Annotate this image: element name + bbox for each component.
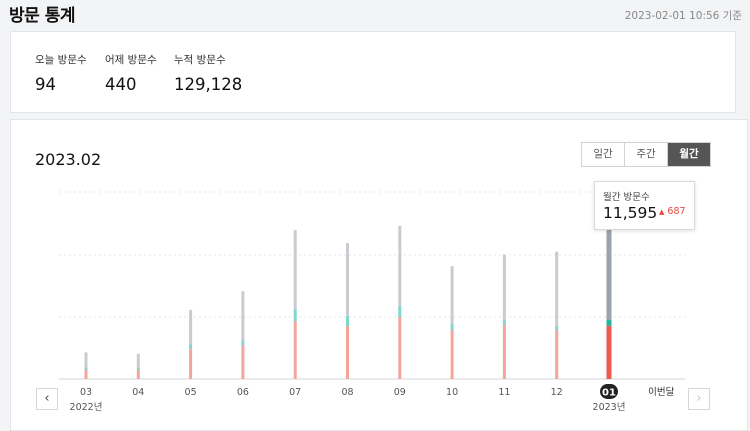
stat-label: 누적 방문수	[174, 54, 226, 66]
bar-segment-upper	[293, 230, 297, 310]
bar-segment-upper	[606, 220, 612, 321]
tick-label: 09	[394, 387, 406, 398]
visits-bar-chart: 03 04 05 06 07 08 09 10 11 12 01 이번달 2022년 2023년	[59, 191, 685, 413]
year-label: 2022년	[70, 402, 103, 413]
tooltip-label: 월간 방문수	[603, 192, 650, 203]
chevron-right-icon: ›	[696, 391, 702, 406]
prev-button[interactable]: ‹	[36, 388, 58, 410]
triangle-up-icon: ▲	[659, 208, 665, 216]
stat-today: 오늘 방문수 94	[35, 52, 87, 94]
bar-segment-lower	[555, 330, 559, 379]
tooltip-delta: ▲ 687	[659, 206, 686, 217]
timestamp: 2023-02-01 10:56 기준	[624, 10, 742, 22]
tick-label: 10	[446, 387, 458, 398]
tick-label: 08	[341, 387, 353, 398]
bar-segment-upper	[241, 291, 245, 341]
tick-label: 04	[132, 387, 144, 398]
bar-segment-lower	[293, 321, 297, 379]
chevron-left-icon: ‹	[44, 391, 50, 406]
bar-segment-upper	[555, 251, 559, 326]
bar-segment-middle	[293, 309, 297, 322]
bar-segment-lower	[346, 326, 349, 379]
bar-segment-lower	[241, 345, 245, 379]
chart-card: 2023.02 일간 주간 월간 03 04 05 06 07 08 09 10 11 12 01 이…	[10, 119, 748, 431]
bar-segment-upper	[398, 225, 402, 306]
bar-segment-middle	[346, 316, 349, 327]
bar-segment-lower	[398, 317, 402, 379]
tick-label: 11	[498, 387, 510, 398]
bar-segment-lower	[136, 369, 140, 379]
year-label: 2023년	[593, 402, 626, 413]
bar-segment-upper	[84, 352, 88, 368]
summary-card: 오늘 방문수 94 어제 방문수 440 누적 방문수 129,128	[10, 31, 736, 113]
bar-segment-upper	[346, 243, 349, 317]
tick-label: 이번달	[648, 386, 674, 398]
tick-label: 05	[185, 387, 197, 398]
tick-label: 03	[80, 387, 92, 398]
tooltip-value: 11,595	[603, 204, 658, 222]
bar-segment-middle	[136, 367, 140, 370]
stat-value: 129,128	[174, 75, 243, 94]
chart-tooltip: 월간 방문수 11,595 ▲ 687	[594, 181, 695, 230]
tooltip-delta-value: 687	[667, 206, 686, 217]
bar-segment-lower	[450, 330, 454, 379]
bar-segment-middle	[502, 320, 506, 326]
tick-label: 12	[551, 387, 563, 398]
bar-segment-middle	[84, 367, 88, 370]
stat-total: 누적 방문수 129,128	[174, 52, 242, 94]
tick-label: 07	[289, 387, 301, 398]
bar-segment-lower	[189, 348, 193, 379]
page-header: 방문 통계 2023-02-01 10:56 기준	[0, 0, 750, 30]
bar-segment-lower	[84, 369, 88, 379]
tick-label: 06	[237, 387, 249, 398]
bar-segment-middle	[189, 344, 193, 349]
bar-segment-lower	[606, 325, 612, 379]
bar-segment-middle	[450, 323, 454, 331]
bar-segment-upper	[450, 266, 454, 324]
stat-value: 94	[35, 75, 56, 94]
stat-yesterday: 어제 방문수 440	[105, 52, 157, 94]
page-title: 방문 통계	[9, 6, 75, 26]
tick-label: 01	[602, 388, 616, 399]
next-button[interactable]: ›	[688, 388, 710, 410]
bar-segment-middle	[241, 340, 245, 346]
stat-label: 오늘 방문수	[35, 54, 87, 66]
bar-segment-middle	[555, 325, 559, 331]
bar-segment-lower	[502, 325, 506, 379]
stat-label: 어제 방문수	[105, 54, 157, 66]
bar-segment-middle	[398, 305, 402, 318]
bar-segment-upper	[189, 309, 193, 345]
bar-segment-upper	[136, 353, 140, 368]
bar-segment-upper	[502, 254, 506, 321]
stat-value: 440	[105, 75, 137, 94]
bar-segment-middle	[606, 320, 612, 326]
